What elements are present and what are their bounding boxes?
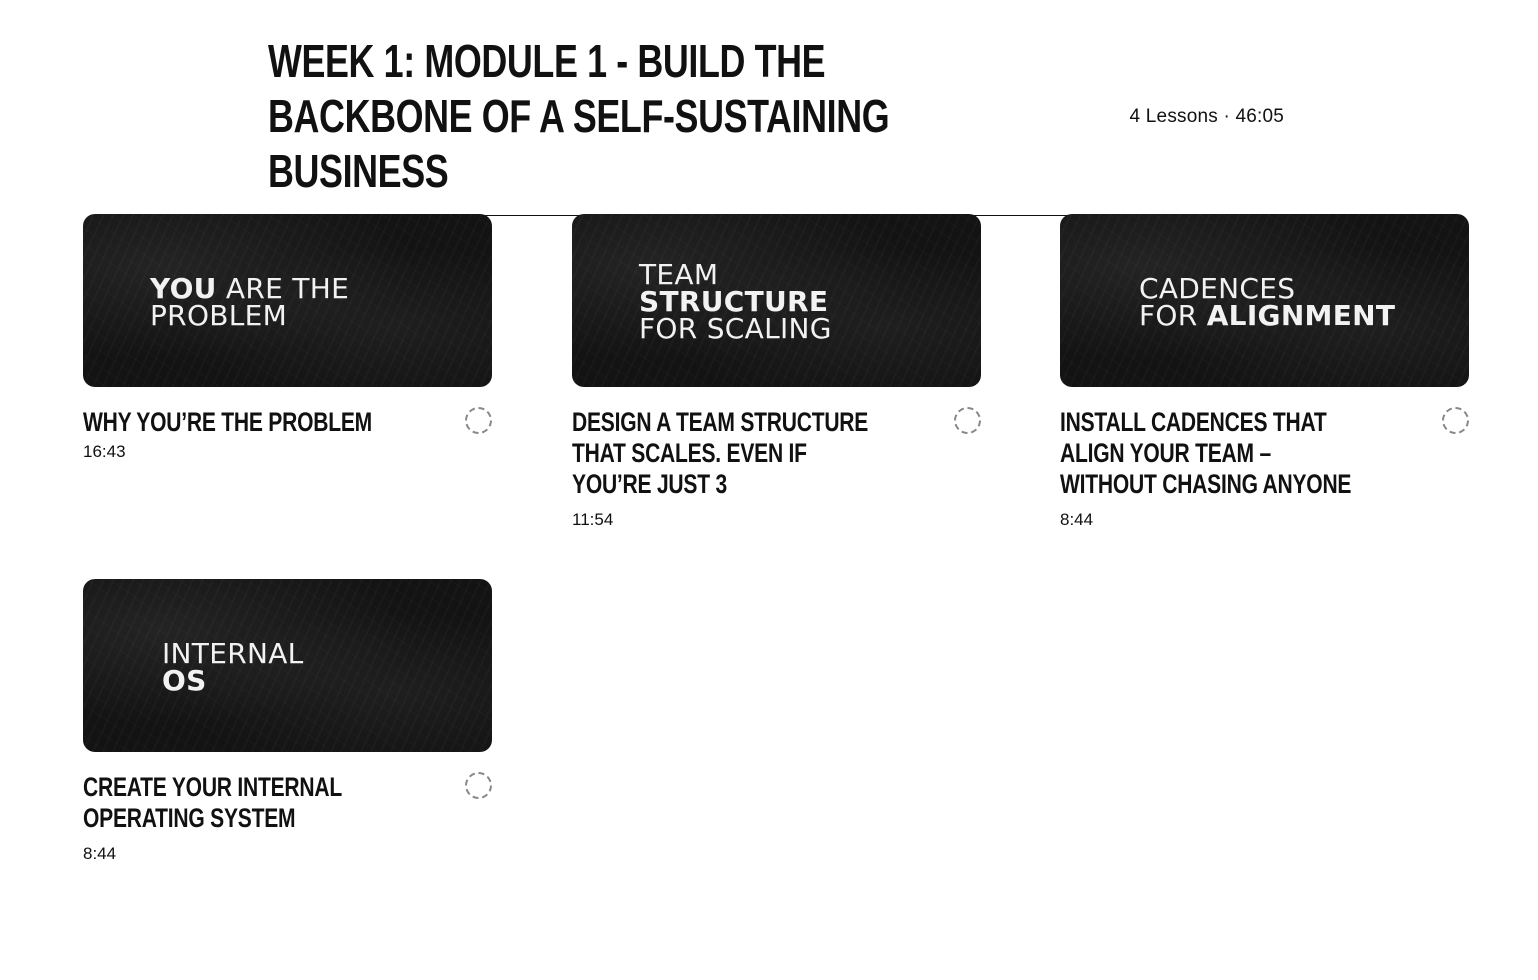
module-header: WEEK 1: MODULE 1 - BUILD THE BACKBONE OF… <box>268 34 1284 216</box>
thumbnail-text: CADENCES FOR ALIGNMENT <box>1139 272 1396 332</box>
lesson-thumbnail[interactable]: YOU ARE THE PROBLEM <box>83 214 492 387</box>
lesson-thumbnail[interactable]: CADENCES FOR ALIGNMENT <box>1060 214 1469 387</box>
progress-ring-icon[interactable] <box>465 407 492 434</box>
lesson-title[interactable]: INSTALL CADENCES THAT ALIGN YOUR TEAM – … <box>1060 407 1358 500</box>
lesson-title[interactable]: WHY YOU’RE THE PROBLEM <box>83 407 381 438</box>
lesson-duration: 8:44 <box>83 844 117 863</box>
lesson-thumbnail[interactable]: INTERNAL OS <box>83 579 492 752</box>
thumbnail-text: INTERNAL OS <box>162 637 304 697</box>
progress-ring-icon[interactable] <box>1442 407 1469 434</box>
module-meta: 4 Lessons · 46:05 <box>1129 105 1284 127</box>
lesson-duration: 11:54 <box>572 510 614 529</box>
thumbnail-text: YOU ARE THE PROBLEM <box>150 272 350 332</box>
lesson-card[interactable]: INTERNAL OS CREATE YOUR INTERNAL OPERATI… <box>83 579 492 864</box>
lesson-card[interactable]: CADENCES FOR ALIGNMENT INSTALL CADENCES … <box>1060 214 1469 530</box>
progress-ring-icon[interactable] <box>465 772 492 799</box>
lesson-duration: 8:44 <box>1060 510 1094 529</box>
lesson-title[interactable]: CREATE YOUR INTERNAL OPERATING SYSTEM <box>83 772 381 834</box>
lesson-thumbnail[interactable]: TEAM STRUCTURE FOR SCALING <box>572 214 981 387</box>
lesson-title[interactable]: DESIGN A TEAM STRUCTURE THAT SCALES. EVE… <box>572 407 870 500</box>
thumbnail-text: TEAM STRUCTURE FOR SCALING <box>639 258 832 345</box>
progress-ring-icon[interactable] <box>954 407 981 434</box>
lesson-card[interactable]: YOU ARE THE PROBLEM WHY YOU’RE THE PROBL… <box>83 214 492 462</box>
module-title: WEEK 1: MODULE 1 - BUILD THE BACKBONE OF… <box>268 35 890 197</box>
lesson-card[interactable]: TEAM STRUCTURE FOR SCALING DESIGN A TEAM… <box>572 214 981 530</box>
lesson-duration: 16:43 <box>83 442 126 461</box>
